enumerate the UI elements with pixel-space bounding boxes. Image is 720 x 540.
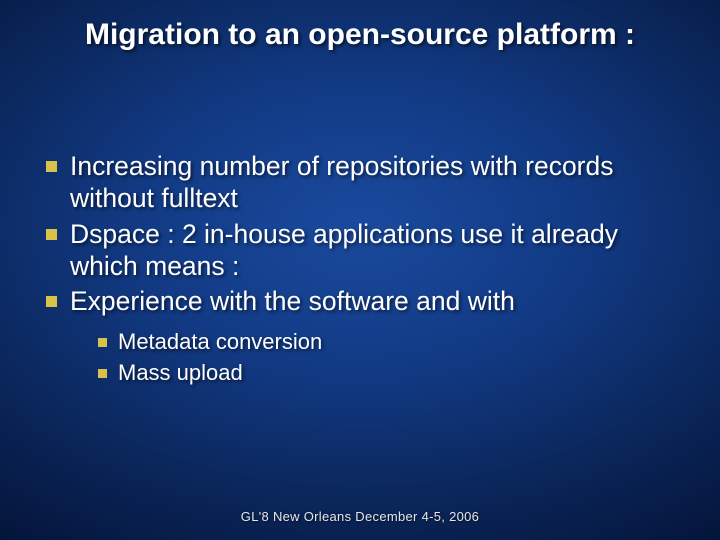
list-item: Metadata conversion [98, 328, 680, 356]
list-item: Increasing number of repositories with r… [40, 150, 680, 215]
slide-title: Migration to an open-source platform : [0, 18, 720, 52]
bullet-text: Increasing number of repositories with r… [70, 150, 680, 215]
bullet-icon [46, 296, 57, 307]
bullet-text: Dspace : 2 in-house applications use it … [70, 218, 680, 283]
slide-body: Increasing number of repositories with r… [40, 150, 680, 390]
slide-footer: GL'8 New Orleans December 4-5, 2006 [0, 509, 720, 524]
list-item: Mass upload [98, 359, 680, 387]
bullet-icon [46, 161, 57, 172]
bullet-text: Metadata conversion [118, 328, 322, 356]
bullet-icon [46, 229, 57, 240]
list-item: Experience with the software and with [40, 285, 680, 317]
bullet-icon [98, 369, 107, 378]
list-item: Dspace : 2 in-house applications use it … [40, 218, 680, 283]
sub-list: Metadata conversion Mass upload [40, 328, 680, 387]
bullet-text: Experience with the software and with [70, 285, 515, 317]
bullet-icon [98, 338, 107, 347]
slide: Migration to an open-source platform : I… [0, 0, 720, 540]
bullet-text: Mass upload [118, 359, 243, 387]
